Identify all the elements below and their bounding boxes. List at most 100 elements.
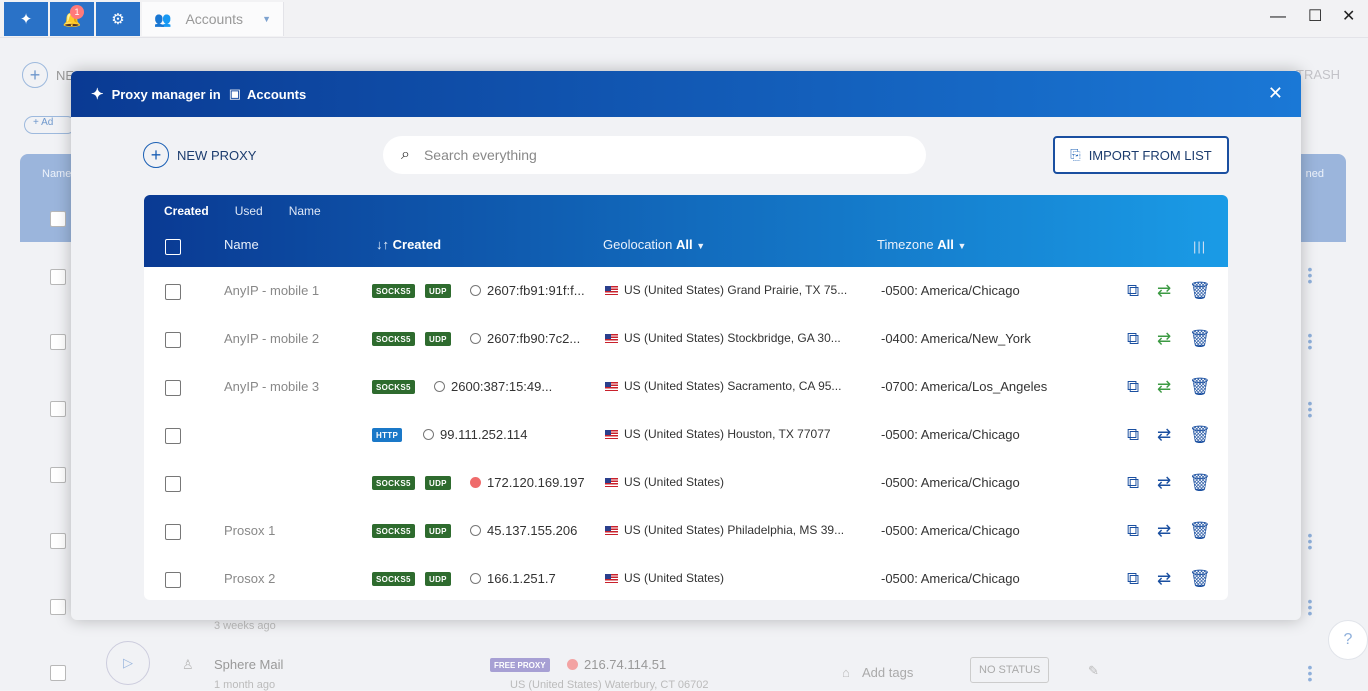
chevron-down-icon: ▼ [957,241,967,251]
account-name[interactable]: Sphere Mail [214,657,283,672]
copy-icon[interactable]: ⧉ [1127,281,1139,301]
rotate-ip-icon[interactable]: ⇄ [1157,329,1171,349]
play-icon[interactable]: ▷ [106,641,150,685]
trash-icon[interactable]: 🗑 [1189,281,1211,301]
row-menu-icon[interactable]: • • • [1305,396,1315,422]
new-proxy-button[interactable]: + NEW PROXY [143,142,256,168]
app-logo-button[interactable]: ✦ [4,2,48,36]
row-checkbox[interactable] [165,332,181,348]
select-all-checkbox[interactable] [50,211,66,227]
sort-tab-created[interactable]: Created [164,204,209,218]
rotate-ip-icon[interactable]: ⇄ [1157,281,1171,301]
proxy-row[interactable]: SOCKS5 UDP 172.120.169.197 US (United St… [144,459,1228,507]
sort-tab-used[interactable]: Used [235,204,263,218]
row-checkbox[interactable] [50,599,66,615]
copy-icon[interactable]: ⧉ [1127,425,1139,445]
row-checkbox[interactable] [50,467,66,483]
chevron-down-icon[interactable]: ▼ [262,14,271,24]
protocol-tag: HTTP [372,428,403,442]
proxy-geo: US (United States) Stockbridge, GA 30... [605,331,841,345]
protocol-tag: SOCKS5 [372,332,415,346]
proxy-table-header: Created Used Name Name ↓↑ Created Geoloc… [144,195,1228,267]
row-checkbox[interactable] [165,524,181,540]
copy-icon[interactable]: ⧉ [1127,329,1139,349]
proxy-row[interactable]: AnyIP - mobile 1 SOCKS5 UDP 2607:fb91:91… [144,267,1228,315]
proxy-name: Prosox 2 [224,571,276,586]
trash-icon[interactable]: 🗑 [1189,425,1211,445]
tab-accounts[interactable]: 👥 Accounts ▼ [142,2,284,36]
copy-icon[interactable]: ⧉ [1127,377,1139,397]
protocol-tag: SOCKS5 [372,524,415,538]
select-all-checkbox[interactable] [165,239,181,255]
row-menu-icon[interactable]: • • • [1305,328,1315,354]
proxy-timezone: -0500: America/Chicago [881,283,1020,298]
copy-icon[interactable]: ⧉ [1127,569,1139,589]
account-row: ▷ ♙ Sphere Mail 1 month ago 3 weeks ago … [44,620,1344,691]
trash-button[interactable]: TRASH [1296,67,1340,82]
row-checkbox[interactable] [165,476,181,492]
trash-icon[interactable]: 🗑 [1189,521,1211,541]
settings-button[interactable]: ⚙ [96,2,140,36]
row-checkbox[interactable] [50,269,66,285]
modal-header: ✦ Proxy manager in ▣ Accounts ✕ [71,71,1301,117]
trash-icon[interactable]: 🗑 [1189,569,1211,589]
columns-icon[interactable]: ||| [1193,239,1206,254]
column-name[interactable]: Name [42,168,71,180]
row-checkbox[interactable] [165,428,181,444]
proxy-row[interactable]: Prosox 1 SOCKS5 UDP 45.137.155.206 US (U… [144,507,1228,555]
add-tags-button[interactable]: Add tags [862,665,913,680]
add-folder-button[interactable]: + Ad [24,116,76,134]
status-button[interactable]: NO STATUS [970,657,1050,683]
status-icon [423,429,434,440]
rotate-ip-icon[interactable]: ⇄ [1157,377,1171,397]
row-menu-icon[interactable]: • • • [1305,528,1315,554]
maximize-button[interactable]: ☐ [1308,6,1322,26]
proxy-ip: 2607:fb90:7c2... [470,331,580,346]
row-menu-icon[interactable]: • • • [1305,594,1315,620]
proxy-row[interactable]: AnyIP - mobile 2 SOCKS5 UDP 2607:fb90:7c… [144,315,1228,363]
new-account-button[interactable]: + [22,62,48,88]
us-flag-icon [605,525,618,535]
proxy-geo: US (United States) Philadelphia, MS 39..… [605,523,844,537]
proxy-row[interactable]: AnyIP - mobile 3 SOCKS5 2600:387:15:49..… [144,363,1228,411]
trash-icon[interactable]: 🗑 [1189,329,1211,349]
proxy-geo: US (United States) [605,571,724,585]
rotate-ip-icon[interactable]: ⇄ [1157,569,1171,589]
tab-label: Accounts [185,11,244,27]
search-input[interactable]: ⌕ Search everything [383,136,926,174]
row-menu-icon[interactable]: • • • [1305,262,1315,288]
row-checkbox[interactable] [50,533,66,549]
row-checkbox[interactable] [165,284,181,300]
row-checkbox[interactable] [50,334,66,350]
close-window-button[interactable]: ✕ [1342,6,1355,26]
copy-icon[interactable]: ⧉ [1127,473,1139,493]
column-timezone[interactable]: Timezone All ▼ [877,237,966,252]
trash-icon[interactable]: 🗑 [1189,473,1211,493]
us-flag-icon [605,381,618,391]
rotate-ip-icon[interactable]: ⇄ [1157,521,1171,541]
proxy-ip: 99.111.252.114 [423,427,527,442]
proxy-row[interactable]: HTTP 99.111.252.114 US (United States) H… [144,411,1228,459]
proxy-name: AnyIP - mobile 1 [224,283,320,298]
sort-tab-name[interactable]: Name [289,204,321,218]
proxy-ip: 2600:387:15:49... [434,379,552,394]
file-import-icon: ⎘ [1070,147,1081,162]
close-icon[interactable]: ✕ [1268,83,1283,104]
row-checkbox[interactable] [50,401,66,417]
row-checkbox[interactable] [165,572,181,588]
copy-icon[interactable]: ⧉ [1127,521,1139,541]
rotate-ip-icon[interactable]: ⇄ [1157,473,1171,493]
minimize-button[interactable]: — [1270,8,1286,26]
column-geolocation[interactable]: Geolocation All ▼ [603,237,705,252]
column-name[interactable]: Name [224,237,259,252]
edit-icon[interactable]: ✎ [1088,663,1099,679]
udp-tag: UDP [425,524,451,538]
row-checkbox[interactable] [165,380,181,396]
column-assigned[interactable]: ned [1306,168,1324,180]
column-created[interactable]: ↓↑ Created [376,237,441,252]
rotate-ip-icon[interactable]: ⇄ [1157,425,1171,445]
import-from-list-button[interactable]: ⎘ IMPORT FROM LIST [1053,136,1229,174]
trash-icon[interactable]: 🗑 [1189,377,1211,397]
proxy-row[interactable]: Prosox 2 SOCKS5 UDP 166.1.251.7 US (Unit… [144,555,1228,600]
status-dot-icon [567,659,578,670]
